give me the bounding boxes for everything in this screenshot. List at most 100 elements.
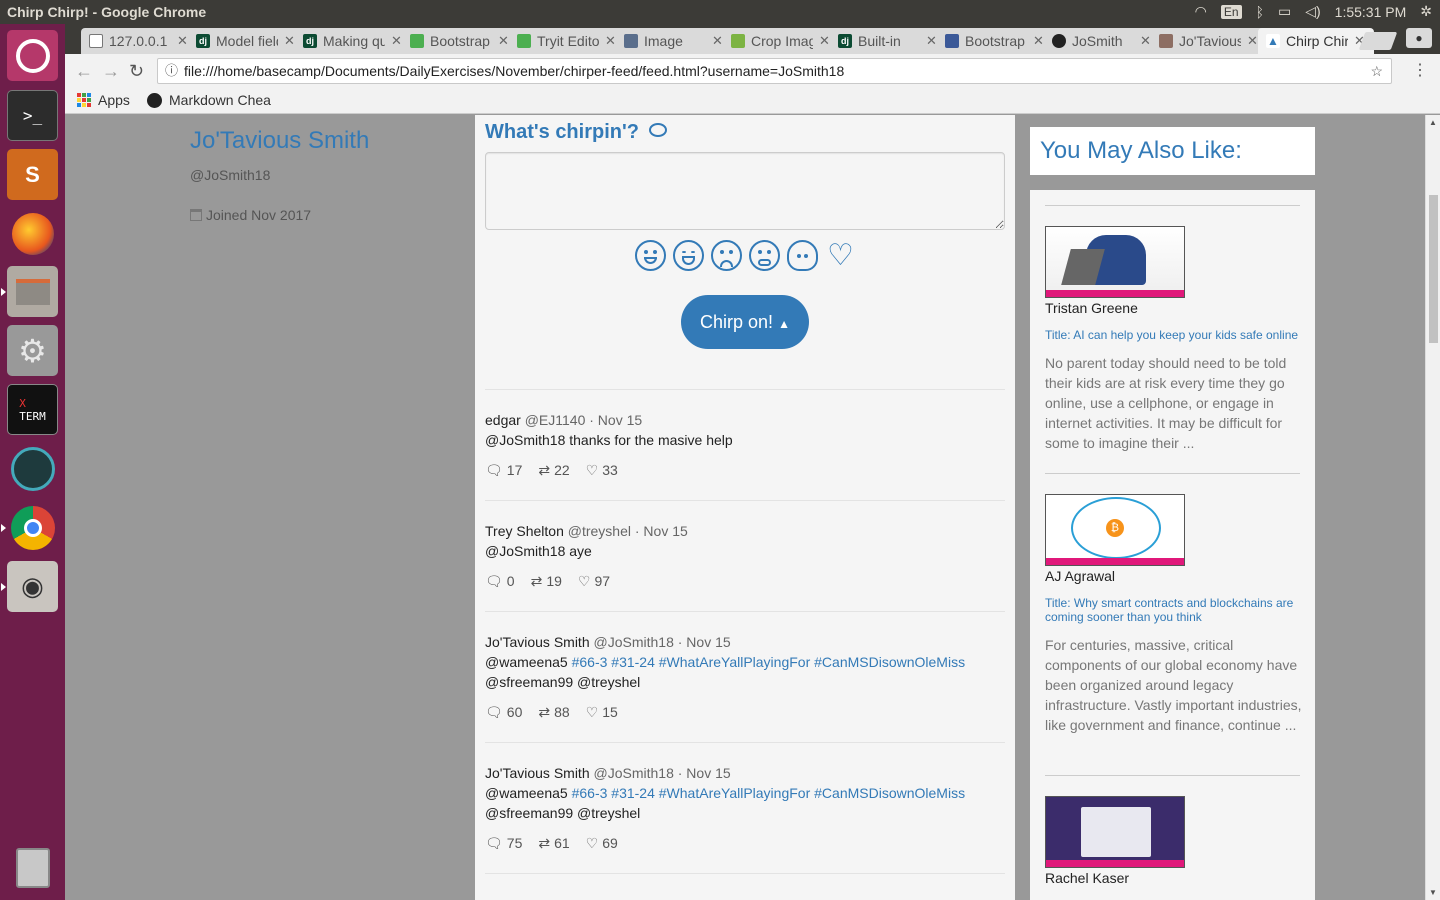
reply-button[interactable]: 🗨 75 bbox=[485, 833, 522, 853]
new-tab-button[interactable] bbox=[1358, 32, 1398, 50]
chirp-on-button[interactable]: Chirp on! ▲ bbox=[681, 295, 809, 349]
wifi-icon[interactable]: ◠ bbox=[1195, 3, 1207, 20]
like-button[interactable]: ♡ 33 bbox=[586, 460, 618, 480]
like-button[interactable]: ♡ 15 bbox=[586, 702, 618, 722]
chirp-post: Jo'Tavious Smith @JoSmith18 · Nov 15 @wa… bbox=[485, 763, 1005, 853]
clock[interactable]: 1:55:31 PM bbox=[1335, 4, 1407, 20]
rechirp-button[interactable]: ⇄ 22 bbox=[538, 460, 569, 480]
tab-localhost[interactable]: 127.0.0.1 ✕ bbox=[81, 28, 197, 54]
tab-bootstrap-2[interactable]: Bootstrap ✕ bbox=[937, 28, 1053, 54]
address-bar[interactable]: ⓘ file:///home/basecamp/Documents/DailyE… bbox=[157, 58, 1392, 84]
reply-button[interactable]: 🗨 17 bbox=[485, 460, 522, 480]
like-button[interactable]: ♡ 69 bbox=[586, 833, 618, 853]
xterm-icon[interactable]: X TERM bbox=[7, 384, 58, 435]
reload-icon[interactable]: ↻ bbox=[129, 61, 144, 82]
like-button[interactable]: ♡ 97 bbox=[578, 571, 610, 591]
chrome-menu-icon[interactable]: ⋮ bbox=[1412, 60, 1428, 80]
post-author[interactable]: Jo'Tavious Smith bbox=[485, 765, 590, 781]
emoji-picker: ♡ bbox=[635, 240, 856, 271]
tab-image[interactable]: Image ✕ bbox=[616, 28, 732, 54]
tab-chirp-chirp[interactable]: ▲Chirp Chirp!✕ bbox=[1258, 28, 1374, 54]
post-handle[interactable]: @treyshel bbox=[568, 523, 631, 539]
post-handle[interactable]: @JoSmith18 bbox=[594, 765, 674, 781]
firefox-icon[interactable] bbox=[7, 208, 58, 259]
crying-face-icon[interactable] bbox=[749, 240, 780, 271]
bookmark-apps[interactable]: Apps bbox=[77, 92, 130, 108]
heart-icon[interactable]: ♡ bbox=[825, 240, 856, 271]
tab-making-queries[interactable]: djMaking queries✕ bbox=[295, 28, 411, 54]
post-handle[interactable]: @EJ1140 bbox=[525, 412, 586, 428]
article-author: Tristan Greene bbox=[1045, 300, 1138, 316]
chirp-bird-icon: ▲ bbox=[1266, 34, 1280, 48]
tab-built-in[interactable]: dj Built-in ✕ bbox=[830, 28, 946, 54]
article-excerpt: For centuries, massive, critical compone… bbox=[1045, 637, 1302, 733]
forward-arrow-icon[interactable]: → bbox=[102, 61, 120, 82]
battery-icon[interactable]: ▭ bbox=[1278, 3, 1291, 20]
rechirp-button[interactable]: ⇄ 61 bbox=[538, 833, 569, 853]
rechirp-button[interactable]: ⇄ 88 bbox=[538, 702, 569, 722]
reply-button[interactable]: 🗨 60 bbox=[485, 702, 522, 722]
divider bbox=[1045, 473, 1300, 474]
bookmark-markdown-cheatsheet[interactable]: Markdown Chea bbox=[147, 92, 271, 108]
scrollbar-thumb[interactable] bbox=[1429, 195, 1438, 343]
post-author[interactable]: edgar bbox=[485, 412, 521, 428]
url-text[interactable]: file:///home/basecamp/Documents/DailyExe… bbox=[184, 63, 844, 79]
hashtag-links[interactable]: #66-3 #31-24 #WhatAreYallPlayingFor #Can… bbox=[572, 785, 965, 801]
page-icon bbox=[89, 34, 103, 48]
post-author[interactable]: Trey Shelton bbox=[485, 523, 564, 539]
chirp-post: Jo'Tavious Smith @JoSmith18 · Nov 15 @wa… bbox=[485, 632, 1005, 722]
tab-crop-image[interactable]: Crop Image✕ bbox=[723, 28, 839, 54]
hashtag-links[interactable]: #66-3 #31-24 #WhatAreYallPlayingFor #Can… bbox=[572, 654, 965, 670]
keyboard-language-indicator[interactable]: En bbox=[1220, 4, 1242, 19]
tab-jotavious[interactable]: Jo'Tavious ✕ bbox=[1151, 28, 1267, 54]
article-thumbnail[interactable]: ₿ bbox=[1045, 494, 1185, 566]
chrome-icon[interactable] bbox=[1, 502, 58, 553]
article-thumbnail[interactable] bbox=[1045, 796, 1185, 868]
files-icon[interactable] bbox=[1, 266, 58, 317]
bluetooth-icon[interactable]: ᛒ bbox=[1256, 4, 1264, 20]
post-actions: 🗨 0 ⇄ 19 ♡ 97 bbox=[485, 571, 1005, 591]
terminal-icon[interactable]: >_ bbox=[7, 90, 58, 141]
back-arrow-icon[interactable]: ← bbox=[75, 61, 93, 82]
sublime-text-icon[interactable]: S bbox=[7, 149, 58, 200]
volume-icon[interactable]: ◁) bbox=[1305, 3, 1320, 20]
bookmark-star-icon[interactable]: ☆ bbox=[1370, 59, 1383, 83]
system-settings-icon[interactable]: ⚙ bbox=[7, 325, 58, 376]
profile-handle: @JoSmith18 bbox=[190, 167, 271, 183]
suggestions-column: You May Also Like: Tristan Greene Title:… bbox=[1015, 115, 1425, 900]
post-handle[interactable]: @JoSmith18 bbox=[594, 634, 674, 650]
article-title[interactable]: Title: Why smart contracts and blockchai… bbox=[1045, 596, 1305, 624]
page-scrollbar[interactable]: ▲ ▼ bbox=[1425, 115, 1440, 900]
tab-model-field[interactable]: dj Model field ✕ bbox=[188, 28, 304, 54]
girl-face-icon[interactable] bbox=[787, 240, 818, 271]
scroll-up-arrow-icon[interactable]: ▲ bbox=[1429, 118, 1437, 127]
rechirp-button[interactable]: ⇄ 19 bbox=[531, 571, 562, 591]
heart-icon: ♡ bbox=[585, 462, 599, 478]
profile-name[interactable]: Jo'Tavious Smith bbox=[190, 127, 369, 155]
info-icon[interactable]: ⓘ bbox=[165, 59, 178, 83]
sad-face-icon[interactable] bbox=[711, 240, 742, 271]
browser-tab-strip: 127.0.0.1✕ djModel field✕ djMaking queri… bbox=[65, 24, 1440, 54]
gitkraken-icon[interactable] bbox=[7, 443, 58, 494]
tab-bootstrap[interactable]: Bootstrap ✕ bbox=[402, 28, 518, 54]
article-title[interactable]: Title: AI can help you keep your kids sa… bbox=[1045, 328, 1305, 342]
tab-github-josmith[interactable]: JoSmith ✕ bbox=[1044, 28, 1160, 54]
tab-tryit-editor[interactable]: Tryit Editor ✕ bbox=[509, 28, 625, 54]
system-tray: ◠ En ᛒ ▭ ◁) 1:55:31 PM ✲ bbox=[1195, 3, 1432, 20]
trash-icon[interactable] bbox=[7, 842, 58, 893]
laughing-face-icon[interactable] bbox=[673, 240, 704, 271]
chirp-textarea[interactable] bbox=[485, 152, 1005, 230]
post-author[interactable]: Jo'Tavious Smith bbox=[485, 634, 590, 650]
settings-gear-icon[interactable]: ✲ bbox=[1420, 3, 1432, 20]
ubuntu-dash-icon[interactable] bbox=[7, 30, 58, 81]
reply-button[interactable]: 🗨 0 bbox=[485, 571, 515, 591]
retweet-icon: ⇄ bbox=[530, 573, 543, 589]
profile-icon[interactable]: ● bbox=[1406, 28, 1432, 48]
post-actions: 🗨 75 ⇄ 61 ♡ 69 bbox=[485, 833, 1005, 853]
grinning-face-icon[interactable] bbox=[635, 240, 666, 271]
scroll-down-arrow-icon[interactable]: ▼ bbox=[1429, 888, 1437, 897]
screenshot-camera-icon[interactable]: ◉ bbox=[1, 561, 58, 612]
bookmarks-bar: Apps Markdown Chea bbox=[65, 88, 1440, 114]
divider bbox=[485, 389, 1005, 390]
article-thumbnail[interactable] bbox=[1045, 226, 1185, 298]
